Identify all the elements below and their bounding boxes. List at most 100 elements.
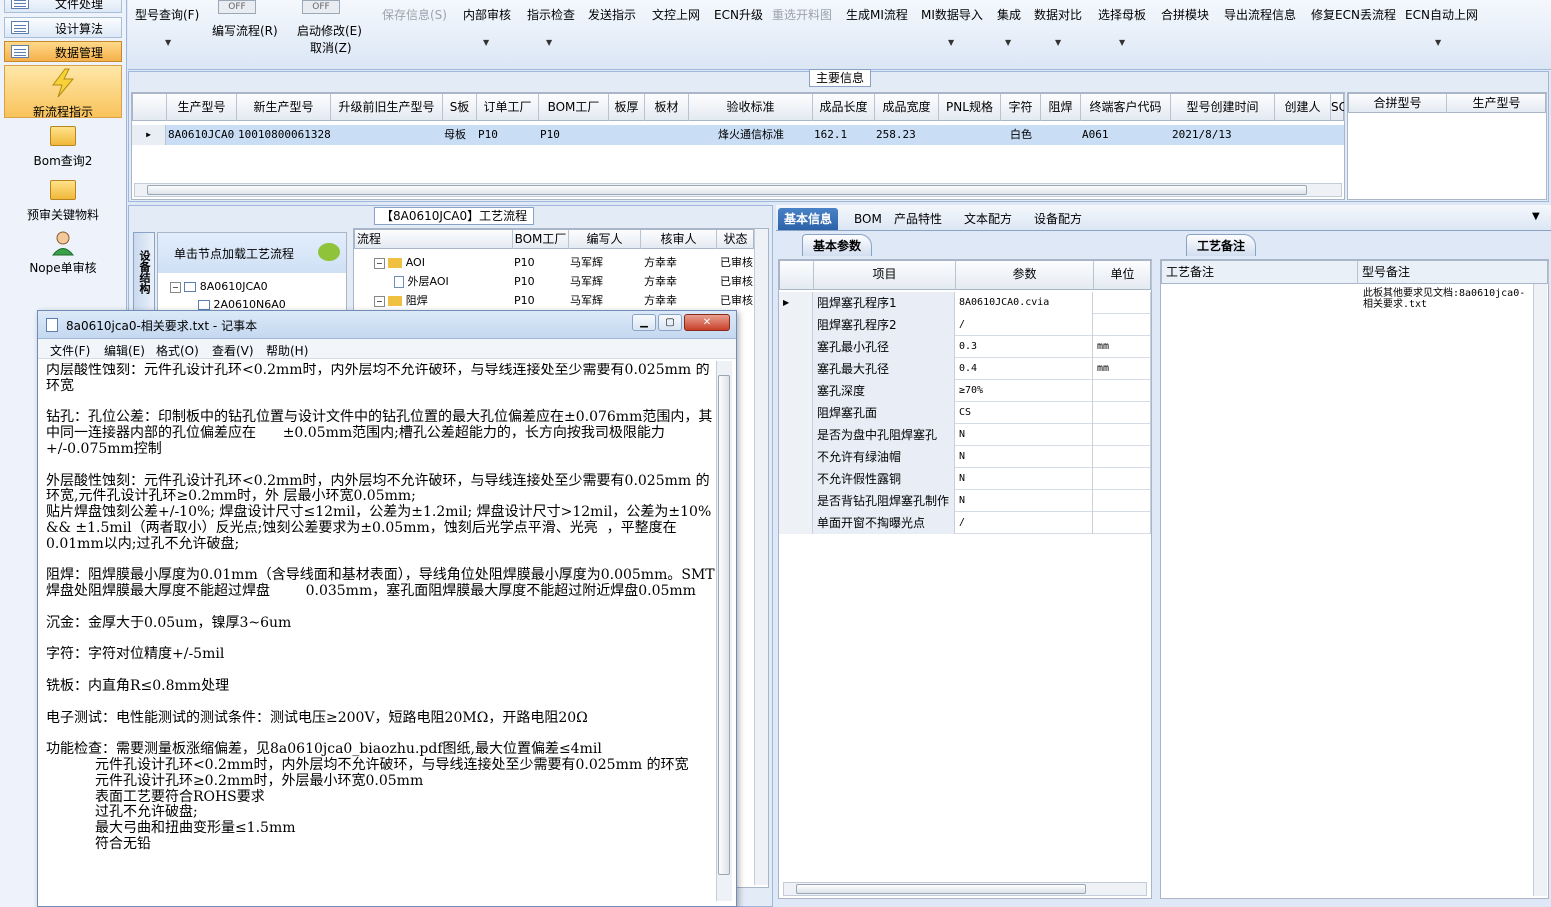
vertical-scrollbar[interactable] [754, 229, 768, 885]
row-selector[interactable] [779, 314, 813, 336]
col-header[interactable]: 板厚 [609, 94, 645, 121]
side-tab-device-structure[interactable]: 设备结构 [133, 232, 155, 312]
cell[interactable]: ≥70% [955, 380, 1093, 402]
notepad-text-area[interactable]: 内层酸性蚀刻：元件孔设计孔环<0.2mm时，内外层均不允许破环，与导线连接处至少… [46, 363, 716, 903]
reselect-cutting-map-button[interactable]: 重选开料图 [772, 6, 832, 23]
menu-view[interactable]: 查看(V) [212, 342, 254, 359]
cell[interactable]: 258.23 [876, 125, 938, 145]
internal-review-button[interactable]: 内部审核 [463, 6, 511, 23]
ecn-upgrade-button[interactable]: ECN升级 [714, 6, 763, 23]
table-row[interactable]: ▶ 阻焊塞孔程序1 8A0610JCA0.cvia [779, 292, 1151, 314]
cell[interactable]: 烽火通信标准 [690, 125, 812, 145]
toggle-switch[interactable]: OFF [218, 0, 256, 14]
export-flow-info-button[interactable]: 导出流程信息 [1224, 6, 1296, 23]
repair-ecn-flow-button[interactable]: 修复ECN丢流程 [1311, 6, 1396, 23]
write-flow-button[interactable]: 编写流程(R) [212, 22, 278, 39]
start-modify-button[interactable]: 启动修改(E) [297, 22, 362, 39]
table-row[interactable]: 塞孔深度 ≥70% [779, 380, 1151, 402]
mi-data-import-button[interactable]: MI数据导入 [921, 6, 983, 23]
cell[interactable]: / [955, 512, 1093, 534]
col-header[interactable]: 字符 [1001, 94, 1041, 121]
tab-bom[interactable]: BOM [848, 208, 888, 230]
cell[interactable]: N [955, 424, 1093, 446]
notepad-window[interactable]: 8a0610jca0-相关要求.txt - 记事本 ▁ ▢ ✕ 文件(F) 编辑… [37, 310, 737, 907]
cell[interactable]: 单面开窗不掏曝光点 [813, 512, 955, 534]
cell[interactable]: 8A0610JCA0 [168, 125, 236, 145]
col-header[interactable]: 编写人 [569, 230, 641, 249]
cell[interactable] [1093, 468, 1151, 490]
cell[interactable]: P10 [540, 125, 608, 145]
col-header[interactable]: 型号创建时间 [1171, 94, 1275, 121]
row-selector[interactable] [779, 468, 813, 490]
cell[interactable]: 是否背钻孔阻焊塞孔制作 [813, 490, 955, 512]
notepad-titlebar[interactable]: 8a0610jca0-相关要求.txt - 记事本 ▁ ▢ ✕ [38, 311, 736, 339]
horizontal-scrollbar[interactable] [783, 882, 1147, 896]
cell[interactable]: 母板 [444, 125, 476, 145]
chevron-down-icon[interactable]: ▼ [948, 38, 954, 47]
col-header[interactable]: PNL规格 [939, 94, 1001, 121]
table-row[interactable]: 不允许假性露铜 N [779, 468, 1151, 490]
chevron-down-icon[interactable]: ▼ [1055, 38, 1061, 47]
cell[interactable]: N [955, 468, 1093, 490]
col-header[interactable]: 生产型号 [167, 94, 237, 121]
row-selector[interactable] [779, 446, 813, 468]
cell[interactable]: 8A0610JCA0.cvia [955, 292, 1093, 314]
col-header[interactable]: 合拼型号 [1349, 94, 1447, 113]
data-compare-button[interactable]: 数据对比 [1034, 6, 1082, 23]
close-button[interactable]: ✕ [684, 314, 730, 331]
nav-file-processing[interactable]: 文件处理 [4, 0, 122, 13]
cell[interactable]: mm [1093, 358, 1151, 380]
cell[interactable]: 白色 [1002, 125, 1040, 145]
cell[interactable]: 塞孔最小孔径 [813, 336, 955, 358]
col-header[interactable]: 单位 [1094, 261, 1152, 290]
cell[interactable]: 不允许有绿油帽 [813, 446, 955, 468]
row-selector[interactable] [779, 336, 813, 358]
ecn-auto-online-button[interactable]: ECN自动上网 [1405, 6, 1478, 23]
table-row[interactable]: 阻焊塞孔程序2/ [779, 314, 1151, 336]
col-header[interactable]: 成品宽度 [875, 94, 939, 121]
col-header[interactable]: 核审人 [641, 230, 717, 249]
col-header[interactable]: 阻焊 [1041, 94, 1081, 121]
row-selector[interactable]: ▶ [779, 292, 813, 314]
col-header[interactable]: 成品长度 [813, 94, 875, 121]
col-header[interactable]: 新生产型号 [237, 94, 331, 121]
cancel-button[interactable]: 取消(Z) [310, 39, 352, 56]
col-header[interactable]: 订单工厂 [477, 94, 539, 121]
col-header[interactable]: 终端客户代码 [1081, 94, 1171, 121]
col-header[interactable]: 生产型号 [1447, 94, 1547, 113]
cell[interactable] [1093, 446, 1151, 468]
col-header[interactable]: BOM工厂 [539, 94, 609, 121]
subtab-basic-params[interactable]: 基本参数 [802, 234, 873, 256]
nav-data-management[interactable]: 数据管理 [4, 41, 122, 62]
scroll-thumb[interactable] [796, 884, 1086, 894]
flow-row[interactable]: − AOI P10 马军辉 方幸幸 已审核 [374, 253, 764, 272]
col-header[interactable]: 板材 [645, 94, 689, 121]
chevron-down-icon[interactable]: ▼ [1119, 38, 1125, 47]
col-header[interactable]: 项目 [814, 261, 956, 290]
cell[interactable]: 不允许假性露铜 [813, 468, 955, 490]
col-header[interactable]: SO [1331, 94, 1345, 121]
col-header[interactable]: S板 [443, 94, 477, 121]
col-header[interactable]: 升级前旧生产型号 [331, 94, 443, 121]
cell[interactable]: N [955, 490, 1093, 512]
cell[interactable]: 是否为盘中孔阻焊塞孔 [813, 424, 955, 446]
cell[interactable] [1093, 402, 1151, 424]
cell[interactable]: CS [955, 402, 1093, 424]
subtab-process-notes[interactable]: 工艺备注 [1186, 234, 1257, 256]
chevron-down-icon[interactable]: ▼ [483, 38, 489, 47]
new-flow-instruction-button[interactable]: 新流程指示 [4, 65, 122, 119]
vertical-scrollbar[interactable] [716, 361, 732, 901]
chevron-down-icon[interactable]: ▼ [165, 38, 171, 47]
nav-design-algorithm[interactable]: 设计算法 [4, 17, 122, 38]
table-row[interactable]: 是否背钻孔阻焊塞孔制作 N [779, 490, 1151, 512]
cell[interactable] [1093, 380, 1151, 402]
cell[interactable]: mm [1093, 336, 1151, 358]
cell[interactable]: 10010800061328 [238, 125, 330, 145]
model-note[interactable]: 此板其他要求见文档:8a0610jca0-相关要求.txt [1363, 288, 1533, 310]
table-row[interactable]: 单面开窗不掏曝光点 / [779, 512, 1151, 534]
cell[interactable]: A061 [1082, 125, 1170, 145]
toggle-switch[interactable]: OFF [302, 0, 340, 14]
prereview-materials-button[interactable]: 预审关键物料 [4, 180, 122, 226]
row-selector-icon[interactable]: ▶ [132, 125, 166, 145]
menu-help[interactable]: 帮助(H) [266, 342, 308, 359]
